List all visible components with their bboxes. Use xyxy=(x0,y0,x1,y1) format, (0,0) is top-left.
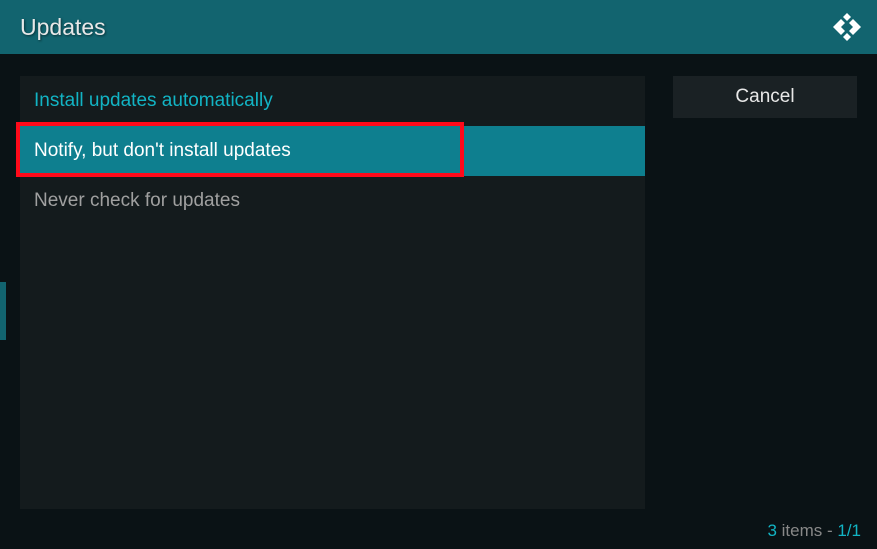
footer-status: 3 items - 1/1 xyxy=(767,521,861,541)
dialog-header: Updates xyxy=(0,0,877,54)
dialog-content: Install updates automatically Notify, bu… xyxy=(0,54,877,519)
option-label: Notify, but don't install updates xyxy=(34,140,291,162)
kodi-logo-icon xyxy=(831,11,863,43)
options-list: Install updates automatically Notify, bu… xyxy=(20,76,645,509)
option-never-check[interactable]: Never check for updates xyxy=(20,176,645,226)
option-label: Install updates automatically xyxy=(34,90,273,112)
background-accent xyxy=(0,282,6,340)
cancel-button[interactable]: Cancel xyxy=(673,76,857,118)
items-text: items - xyxy=(777,521,837,540)
option-notify-only[interactable]: Notify, but don't install updates xyxy=(20,126,645,176)
item-count: 3 xyxy=(767,521,776,540)
option-install-auto[interactable]: Install updates automatically xyxy=(20,76,645,126)
option-label: Never check for updates xyxy=(34,190,240,212)
dialog-title: Updates xyxy=(20,14,106,41)
dialog-sidebar: Cancel xyxy=(673,76,857,509)
page-indicator: 1/1 xyxy=(837,521,861,540)
cancel-label: Cancel xyxy=(735,86,794,108)
